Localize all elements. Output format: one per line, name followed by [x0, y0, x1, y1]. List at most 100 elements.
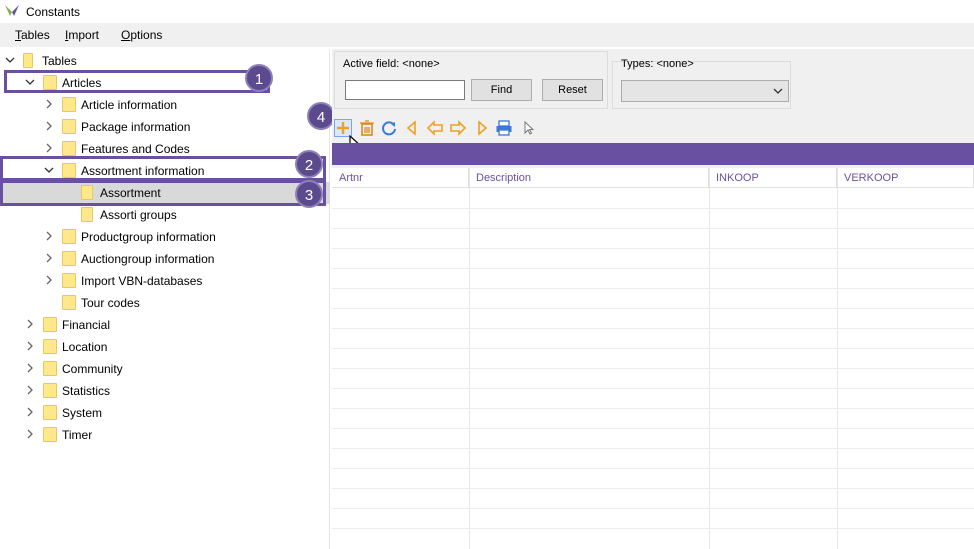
chevron-right-icon[interactable]: [24, 406, 36, 418]
chevron-right-icon[interactable]: [24, 384, 36, 396]
tree-item-label: System: [62, 406, 103, 420]
callout-badge-1: 1: [245, 64, 273, 92]
row-divider: [332, 208, 974, 209]
column-header-description[interactable]: Description: [469, 168, 709, 188]
chevron-right-icon[interactable]: [24, 428, 36, 440]
reset-button[interactable]: Reset: [542, 79, 603, 101]
folder-icon: [23, 53, 33, 68]
chevron-right-icon[interactable]: [43, 142, 55, 154]
tree-item-label: Statistics: [62, 384, 111, 398]
pointer-icon[interactable]: [520, 119, 538, 137]
types-group: Types: <none>: [612, 58, 791, 109]
row-divider: [332, 388, 974, 389]
print-icon[interactable]: [495, 119, 513, 137]
find-button[interactable]: Find: [471, 79, 532, 101]
row-divider: [332, 288, 974, 289]
row-divider: [332, 408, 974, 409]
folder-icon: [43, 361, 57, 376]
row-divider: [332, 508, 974, 509]
last-icon[interactable]: [473, 119, 491, 137]
types-select[interactable]: [621, 80, 789, 102]
tree-item-label: Location: [62, 340, 108, 354]
column-divider: [469, 168, 470, 549]
chevron-right-icon[interactable]: [24, 340, 36, 352]
row-divider: [332, 428, 974, 429]
tree-item-label: Productgroup information: [81, 230, 216, 244]
first-icon[interactable]: [403, 119, 421, 137]
tree-item-label: Financial: [62, 318, 111, 332]
tree-item-tables[interactable]: Tables: [0, 50, 330, 72]
tree-item-assorti-groups[interactable]: Assorti groups: [0, 204, 330, 226]
tree-item-timer[interactable]: Timer: [0, 424, 330, 446]
chevron-right-icon[interactable]: [24, 362, 36, 374]
prev-icon[interactable]: [426, 119, 444, 137]
tree-item-label: Auctiongroup information: [81, 252, 215, 266]
title-bar: Constants: [0, 0, 974, 23]
folder-icon: [62, 295, 76, 310]
row-divider: [332, 448, 974, 449]
app-logo-icon: [5, 5, 19, 16]
folder-icon: [43, 427, 57, 442]
callout-badge-4: 4: [307, 102, 335, 130]
tree-item-statistics[interactable]: Statistics: [0, 380, 330, 402]
column-header-inkoop[interactable]: INKOOP: [709, 168, 837, 188]
grid-title-bar: [332, 143, 974, 165]
menu-bar: Tables Import Options: [0, 23, 974, 47]
row-divider: [332, 248, 974, 249]
tree-item-label: Package information: [81, 120, 191, 134]
column-header-verkoop[interactable]: VERKOOP: [837, 168, 974, 188]
row-divider: [332, 308, 974, 309]
active-field-label: Active field: <none>: [343, 58, 440, 70]
chevron-right-icon[interactable]: [24, 318, 36, 330]
folder-icon: [43, 405, 57, 420]
tree-item-productgroup-information[interactable]: Productgroup information: [0, 226, 330, 248]
folder-icon: [43, 339, 57, 354]
tree-item-label: Assorti groups: [100, 208, 177, 222]
folder-icon: [62, 97, 76, 112]
column-header-artnr[interactable]: Artnr: [332, 168, 469, 188]
content-panel: Active field: <none> Find Reset Types: <…: [332, 49, 974, 549]
tree-item-location[interactable]: Location: [0, 336, 330, 358]
tree-item-article-information[interactable]: Article information: [0, 94, 330, 116]
tree-item-label: Features and Codes: [81, 142, 190, 156]
refresh-icon[interactable]: [380, 119, 398, 137]
chevron-down-icon[interactable]: [4, 54, 16, 66]
folder-icon: [43, 317, 57, 332]
menu-import[interactable]: Import: [65, 28, 99, 42]
chevron-right-icon[interactable]: [43, 274, 55, 286]
toolbar: [332, 115, 974, 141]
tree-item-label: Tour codes: [81, 296, 140, 310]
data-grid[interactable]: Artnr Description INKOOP VERKOOP: [332, 168, 974, 549]
row-divider: [332, 468, 974, 469]
search-input[interactable]: [345, 80, 465, 100]
active-field-group: Active field: <none> Find Reset: [334, 51, 608, 109]
tree-item-tour-codes[interactable]: Tour codes: [0, 292, 330, 314]
menu-tables[interactable]: Tables: [15, 28, 50, 42]
callout-badge-2: 2: [295, 150, 323, 178]
tree-item-system[interactable]: System: [0, 402, 330, 424]
chevron-right-icon[interactable]: [43, 98, 55, 110]
row-divider: [332, 348, 974, 349]
next-icon[interactable]: [449, 119, 467, 137]
folder-icon: [43, 383, 57, 398]
tree-item-financial[interactable]: Financial: [0, 314, 330, 336]
row-divider: [332, 328, 974, 329]
callout-highlight-3: [0, 180, 326, 206]
tree-item-label: Tables: [42, 54, 77, 68]
folder-icon: [62, 229, 76, 244]
chevron-right-icon[interactable]: [43, 230, 55, 242]
folder-icon: [81, 207, 93, 222]
tree-item-label: Article information: [81, 98, 178, 112]
row-divider: [332, 528, 974, 529]
tree-item-import-vbn-databases[interactable]: Import VBN-databases: [0, 270, 330, 292]
menu-options[interactable]: Options: [121, 28, 162, 42]
chevron-right-icon[interactable]: [43, 120, 55, 132]
tree-panel: Tables Articles Article information Pack…: [0, 49, 330, 549]
tree-item-package-information[interactable]: Package information: [0, 116, 330, 138]
row-divider: [332, 228, 974, 229]
row-divider: [332, 488, 974, 489]
tree-item-auctiongroup-information[interactable]: Auctiongroup information: [0, 248, 330, 270]
row-divider: [332, 368, 974, 369]
chevron-right-icon[interactable]: [43, 252, 55, 264]
tree-item-community[interactable]: Community: [0, 358, 330, 380]
